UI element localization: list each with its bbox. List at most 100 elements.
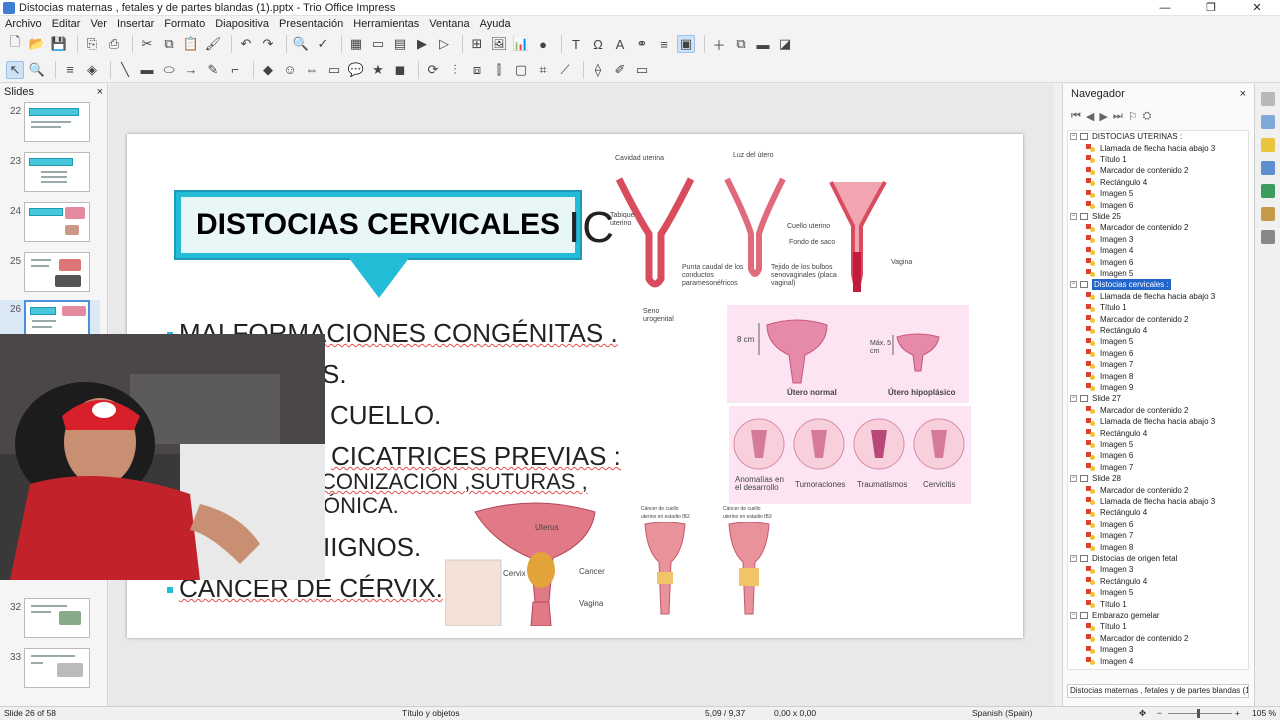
- shadow-icon[interactable]: ▢: [512, 61, 530, 79]
- collapse-toggle-icon[interactable]: −: [1070, 395, 1077, 403]
- navigator-slide-node[interactable]: − Slide 25: [1070, 211, 1121, 222]
- navigator-shape-item[interactable]: Imagen 5: [1086, 336, 1133, 347]
- navigator-shape-item[interactable]: Imagen 6: [1086, 199, 1133, 210]
- line-color-icon[interactable]: ≡: [61, 61, 79, 79]
- navigator-shape-item[interactable]: Título 1: [1086, 621, 1127, 632]
- navigator-slide-node[interactable]: − Embarazo gemelar: [1070, 610, 1160, 621]
- navigator-close-button[interactable]: ×: [1240, 88, 1246, 100]
- start-slideshow-icon[interactable]: ▶: [413, 35, 431, 53]
- cut-icon[interactable]: ✂: [138, 35, 156, 53]
- navigator-shape-item[interactable]: Imagen 5: [1086, 188, 1133, 199]
- navigator-shape-item[interactable]: Imagen 6: [1086, 450, 1133, 461]
- shapes-filter-icon[interactable]: ⛭: [1143, 110, 1152, 123]
- rotate-icon[interactable]: ⟳: [424, 61, 442, 79]
- menu-presentacion[interactable]: Presentación: [274, 18, 348, 30]
- slide-thumbnail[interactable]: 23: [0, 152, 100, 196]
- special-character-icon[interactable]: Ω: [589, 35, 607, 53]
- status-language[interactable]: Spanish (Spain): [972, 707, 1032, 720]
- collapse-toggle-icon[interactable]: −: [1070, 212, 1077, 220]
- navigator-shape-item[interactable]: Imagen 6: [1086, 348, 1133, 359]
- navigator-shape-item[interactable]: Imagen 4: [1086, 245, 1133, 256]
- navigator-shape-item[interactable]: Llamada de flecha hacia abajo 3: [1086, 291, 1215, 302]
- menu-archivo[interactable]: Archivo: [0, 18, 47, 30]
- slide-thumbnail[interactable]: 25: [0, 252, 100, 296]
- zoom-fit-icon[interactable]: ✥: [1139, 707, 1146, 720]
- stars-icon[interactable]: ★: [369, 61, 387, 79]
- duplicate-slide-icon[interactable]: ⧉: [732, 35, 750, 53]
- navigator-shape-item[interactable]: Imagen 6: [1086, 519, 1133, 530]
- slides-panel-close-button[interactable]: ×: [97, 86, 103, 98]
- print-icon[interactable]: ⎙: [105, 35, 123, 53]
- table-icon[interactable]: ⊞: [468, 35, 486, 53]
- display-views-icon[interactable]: ▭: [369, 35, 387, 53]
- navigator-shape-item[interactable]: Imagen 7: [1086, 530, 1133, 541]
- new-slide-icon[interactable]: ＋: [710, 35, 728, 53]
- navigator-shape-item[interactable]: Imagen 5: [1086, 268, 1133, 279]
- zoom-slider[interactable]: [1168, 713, 1232, 714]
- slide-layout-icon[interactable]: ▣: [677, 35, 695, 53]
- navigator-shape-item[interactable]: Marcador de contenido 2: [1086, 484, 1189, 495]
- new-icon[interactable]: 🗋: [6, 34, 24, 53]
- next-slide-icon[interactable]: ▶: [1099, 110, 1107, 123]
- menu-ventana[interactable]: Ventana: [424, 18, 474, 30]
- maximize-button[interactable]: ❐: [1188, 0, 1234, 16]
- grid-icon[interactable]: ▦: [347, 35, 365, 53]
- navigator-shape-item[interactable]: Rectángulo 4: [1086, 427, 1147, 438]
- hyperlink-icon[interactable]: ⚭: [633, 35, 651, 53]
- navigator-shape-item[interactable]: Imagen 7: [1086, 462, 1133, 473]
- basic-shapes-icon[interactable]: ◆: [259, 61, 277, 79]
- down-arrow-callout[interactable]: [349, 258, 409, 298]
- toggle-extrusion-icon[interactable]: ▭: [633, 61, 651, 79]
- find-replace-icon[interactable]: 🔍: [292, 35, 310, 53]
- zoom-out-button[interactable]: −: [1157, 707, 1162, 720]
- last-slide-icon[interactable]: ⏭: [1113, 110, 1123, 123]
- navigator-shape-item[interactable]: Llamada de flecha hacia abajo 3: [1086, 142, 1215, 153]
- gallery-icon[interactable]: [1260, 207, 1275, 221]
- menu-ver[interactable]: Ver: [85, 18, 112, 30]
- navigator-shape-item[interactable]: Rectángulo 4: [1086, 576, 1147, 587]
- navigator-shape-item[interactable]: Título 1: [1086, 598, 1127, 609]
- menu-editar[interactable]: Editar: [47, 18, 86, 30]
- navigator-shape-item[interactable]: Imagen 6: [1086, 256, 1133, 267]
- previous-slide-icon[interactable]: ◀: [1086, 110, 1094, 123]
- select-icon[interactable]: ↖: [6, 60, 24, 79]
- slide-transition-deck-icon[interactable]: [1260, 115, 1275, 129]
- glue-points-icon[interactable]: ✐: [611, 61, 629, 79]
- undo-icon[interactable]: ↶: [237, 35, 255, 53]
- navigator-shape-item[interactable]: Imagen 3: [1086, 644, 1133, 655]
- status-zoom[interactable]: 105 %: [1252, 707, 1276, 720]
- navigator-shape-item[interactable]: Imagen 5: [1086, 439, 1133, 450]
- slide-transition-icon[interactable]: ◪: [776, 35, 794, 53]
- menu-herramientas[interactable]: Herramientas: [348, 18, 424, 30]
- save-icon[interactable]: 💾: [50, 35, 68, 53]
- minimize-button[interactable]: —: [1142, 0, 1188, 16]
- open-icon[interactable]: 📂: [28, 35, 46, 53]
- slide-thumbnail[interactable]: 22: [0, 102, 100, 146]
- line-icon[interactable]: ╲: [116, 61, 134, 79]
- properties-icon[interactable]: [1260, 92, 1275, 106]
- block-arrows-icon[interactable]: ⇔: [303, 61, 321, 79]
- navigator-shape-item[interactable]: Rectángulo 4: [1086, 507, 1147, 518]
- collapse-toggle-icon[interactable]: −: [1070, 475, 1077, 483]
- navigator-slide-node[interactable]: − Slide 27: [1070, 393, 1121, 404]
- spellcheck-icon[interactable]: ✓: [314, 35, 332, 53]
- chart-icon[interactable]: 📊: [512, 35, 530, 53]
- collapse-toggle-icon[interactable]: −: [1070, 611, 1077, 619]
- navigator-shape-item[interactable]: Rectángulo 4: [1086, 325, 1147, 336]
- navigator-shape-item[interactable]: Imagen 7: [1086, 359, 1133, 370]
- navigator-shape-item[interactable]: Imagen 9: [1086, 382, 1133, 393]
- styles-icon[interactable]: [1260, 184, 1275, 198]
- navigator-tree[interactable]: − DISTOCIAS UTERINAS : Llamada de flecha h…: [1067, 130, 1249, 670]
- lines-arrows-icon[interactable]: →: [182, 61, 200, 79]
- menu-formato[interactable]: Formato: [159, 18, 210, 30]
- navigator-shape-item[interactable]: Rectángulo 4: [1086, 177, 1147, 188]
- copy-icon[interactable]: ⧉: [160, 35, 178, 53]
- navigator-shape-item[interactable]: Imagen 8: [1086, 370, 1133, 381]
- master-slide-icon[interactable]: ▤: [391, 35, 409, 53]
- collapse-toggle-icon[interactable]: −: [1070, 133, 1077, 141]
- zoom-in-button[interactable]: +: [1235, 707, 1240, 720]
- connectors-icon[interactable]: ⌐: [226, 61, 244, 79]
- navigator-slide-node[interactable]: − DISTOCIAS UTERINAS :: [1070, 131, 1182, 142]
- navigator-shape-item[interactable]: Llamada de flecha hacia abajo 3: [1086, 416, 1215, 427]
- points-icon[interactable]: ⟠: [589, 61, 607, 79]
